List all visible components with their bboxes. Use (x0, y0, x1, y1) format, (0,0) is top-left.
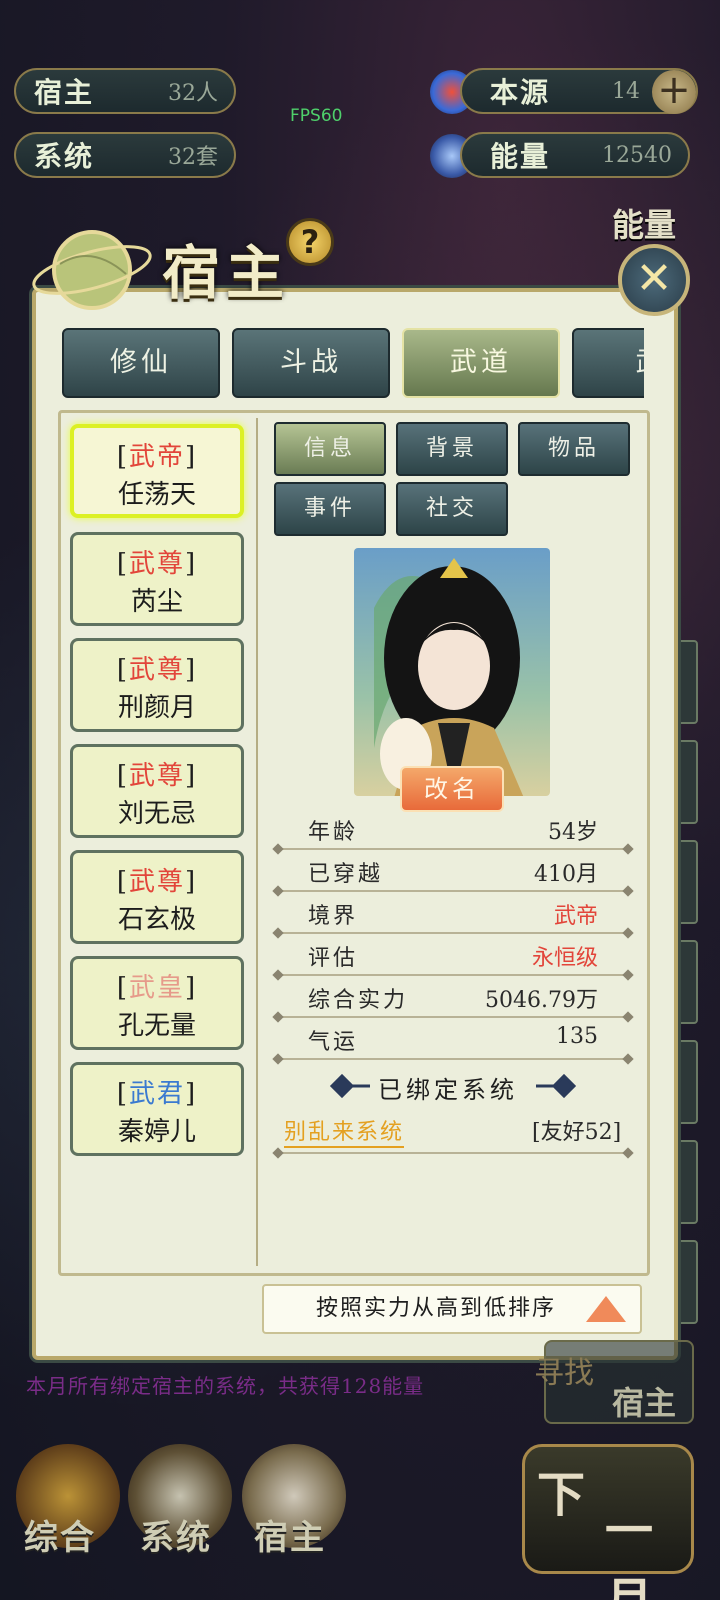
find-host-button[interactable]: 寻找 宿主 (534, 1340, 694, 1424)
panel-title: 宿主 (162, 239, 291, 307)
tab-battle[interactable]: 斗战 (232, 328, 390, 398)
tab-martial[interactable]: 武道 (402, 328, 560, 398)
nav-overview-label[interactable]: 综合 (24, 1510, 96, 1559)
info-key: 境界 (308, 904, 359, 929)
host-name: 任荡天 (117, 480, 196, 510)
host-rank-text: 武尊 (128, 549, 185, 579)
host-card[interactable]: [武皇] 孔无量 (70, 956, 244, 1050)
host-name: 孔无量 (117, 1011, 196, 1041)
find-host-line2: 宿主 (612, 1384, 677, 1422)
nav-host-label[interactable]: 宿主 (254, 1510, 326, 1559)
help-button[interactable]: ? (286, 218, 334, 266)
info-row-power: 综合实力 5046.79万 (276, 976, 630, 1018)
host-rank: [武帝] (116, 442, 198, 472)
host-count-value: 32人 (168, 81, 218, 106)
host-name: 刑颜月 (117, 693, 196, 723)
info-row-realm: 境界 武帝 (276, 892, 630, 934)
info-key: 气运 (308, 1030, 359, 1055)
host-rank-text: 武皇 (128, 973, 185, 1003)
system-count-label: 系统 (34, 140, 95, 173)
subtab-items[interactable]: 物品 (518, 422, 630, 476)
subtab-background[interactable]: 背景 (396, 422, 508, 476)
info-value: 135 (556, 1024, 598, 1049)
info-value: 54岁 (548, 820, 598, 845)
add-source-button[interactable]: + (652, 70, 696, 114)
host-card[interactable]: [武君] 秦婷儿 (70, 1062, 244, 1156)
info-row-age: 年龄 54岁 (276, 808, 630, 850)
info-key: 已穿越 (308, 862, 384, 887)
energy-summary-message: 本月所有绑定宿主的系统，共获得128能量 (26, 1374, 425, 1398)
energy-bar[interactable]: 能量 12540 (460, 132, 690, 178)
list-divider (256, 418, 258, 1266)
subtab-events[interactable]: 事件 (274, 482, 386, 536)
host-rank-text: 武尊 (128, 655, 185, 685)
host-card[interactable]: [武帝] 任荡天 (70, 424, 244, 518)
next-month-line2: 一月 (605, 1503, 654, 1600)
tab-cultivation[interactable]: 修仙 (62, 328, 220, 398)
bound-systems-title: 已绑定系统 (378, 1076, 518, 1104)
host-name: 石玄极 (117, 905, 196, 935)
sort-label: 按照实力从高到低排序 (316, 1296, 557, 1321)
host-name: 芮尘 (130, 587, 183, 617)
host-count-label: 宿主 (34, 76, 95, 109)
tab-more[interactable]: 武 (572, 328, 644, 398)
info-row-traveled: 已穿越 410月 (276, 850, 630, 892)
planet-emblem-icon (32, 230, 152, 310)
diamond-ornament-icon (330, 1074, 370, 1098)
host-rank-text: 武君 (128, 1079, 185, 1109)
row-divider (276, 1152, 630, 1154)
host-rank-text: 武尊 (128, 867, 185, 897)
next-month-line1: 下 (537, 1467, 586, 1523)
info-value: 5046.79万 (485, 988, 598, 1013)
info-key: 年龄 (308, 820, 359, 845)
energy-value: 12540 (602, 142, 672, 168)
info-value: 410月 (534, 862, 598, 887)
info-key: 评估 (308, 946, 359, 971)
host-rank-text: 武帝 (128, 442, 185, 472)
info-value: 武帝 (553, 904, 598, 929)
host-name: 秦婷儿 (117, 1117, 196, 1147)
energy-label: 能量 (490, 140, 551, 173)
fps-counter: FPS60 (290, 106, 343, 126)
source-label: 本源 (490, 76, 551, 109)
host-card[interactable]: [武尊] 刘无忌 (70, 744, 244, 838)
diamond-ornament-icon (536, 1074, 576, 1098)
sort-button[interactable]: 按照实力从高到低排序 (262, 1284, 642, 1334)
host-portrait (354, 548, 550, 796)
info-row-luck: 气运 135 (276, 1018, 630, 1060)
next-month-button[interactable]: 下 一月 (522, 1444, 694, 1600)
host-count-bar[interactable]: 宿主 32人 (14, 68, 236, 114)
rename-button[interactable]: 改名 (400, 766, 504, 812)
system-count-value: 32套 (168, 145, 218, 170)
info-key: 综合实力 (308, 988, 409, 1013)
find-host-line1: 寻找 (534, 1356, 594, 1391)
host-card[interactable]: [武尊] 刑颜月 (70, 638, 244, 732)
info-row-rating: 评估 永恒级 (276, 934, 630, 976)
host-card[interactable]: [武尊] 芮尘 (70, 532, 244, 626)
category-tabs: 修仙 斗战 武道 武 (62, 328, 644, 398)
source-value: 14 (612, 78, 640, 104)
host-name: 刘无忌 (117, 799, 196, 829)
close-button[interactable]: ✕ (618, 244, 690, 316)
nav-system-label[interactable]: 系统 (140, 1510, 212, 1559)
side-energy-label: 能量 (612, 206, 677, 244)
bound-system-row (276, 1110, 630, 1154)
system-count-bar[interactable]: 系统 32套 (14, 132, 236, 178)
sort-direction-icon (586, 1296, 626, 1322)
info-value: 永恒级 (531, 946, 598, 971)
host-rank-text: 武尊 (128, 761, 185, 791)
subtab-info[interactable]: 信息 (274, 422, 386, 476)
row-divider (276, 1058, 630, 1060)
subtab-social[interactable]: 社交 (396, 482, 508, 536)
host-card[interactable]: [武尊] 石玄极 (70, 850, 244, 944)
